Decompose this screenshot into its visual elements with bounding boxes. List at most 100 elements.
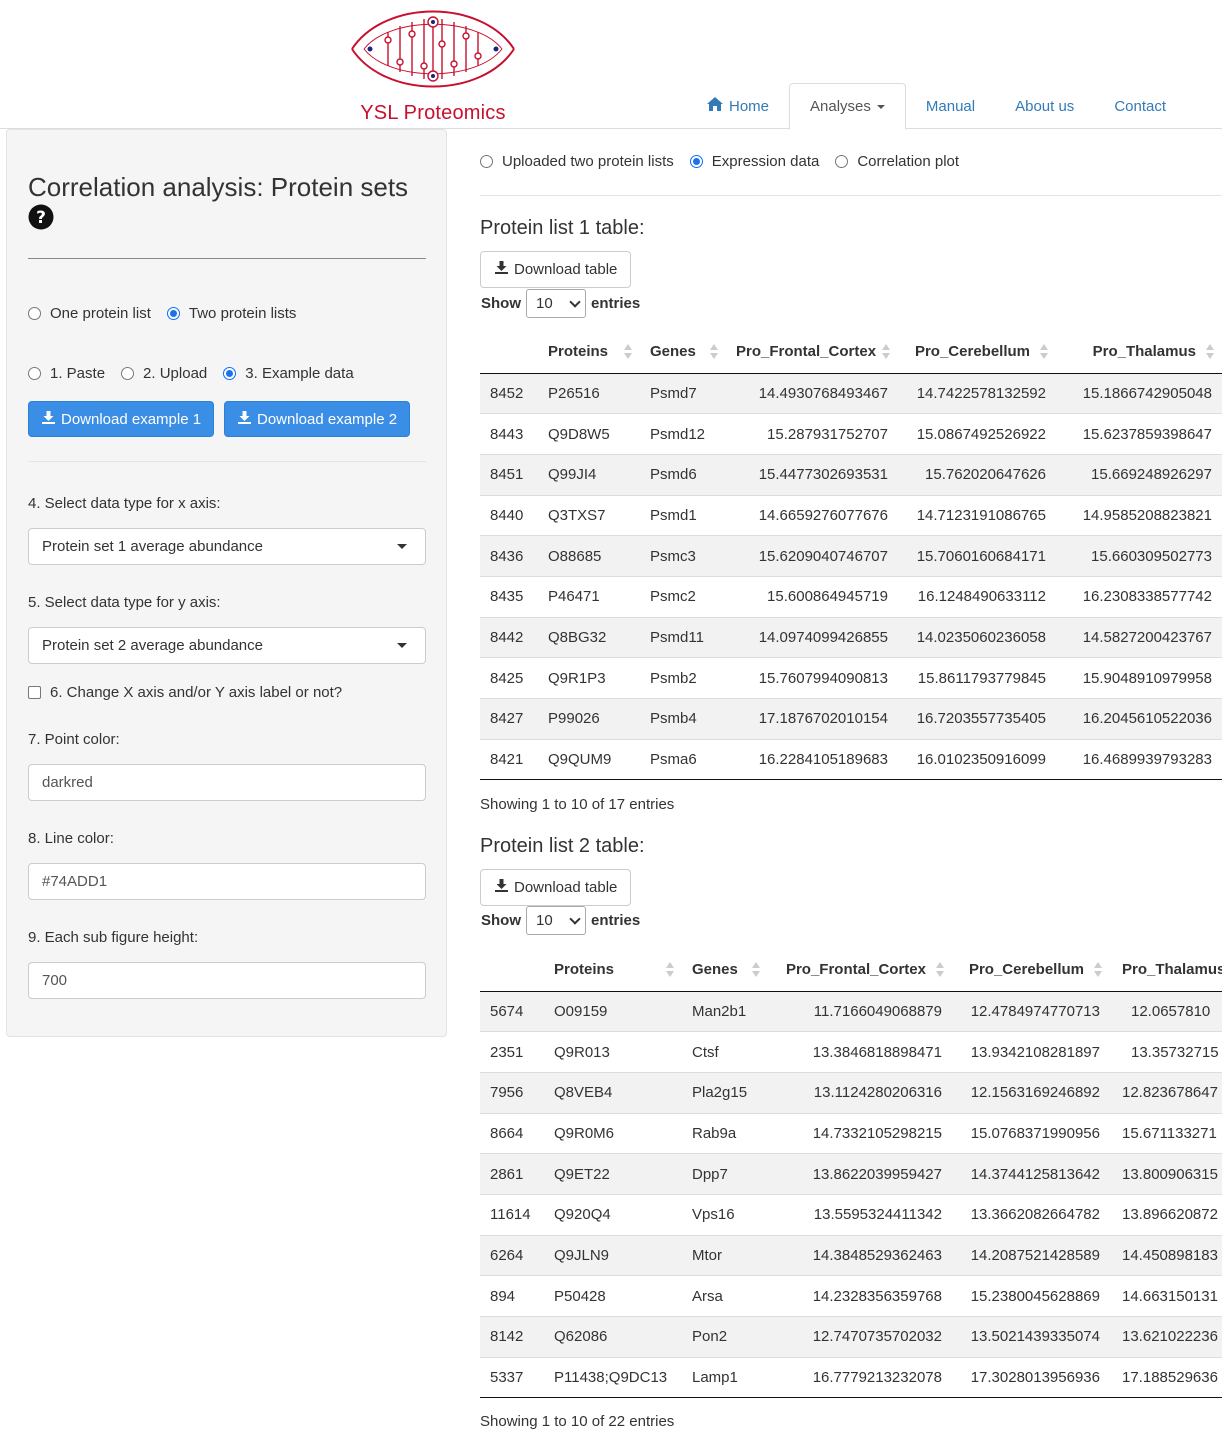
col-pro-thalamus[interactable]: Pro_Thalamus bbox=[1110, 948, 1222, 992]
cell-value: 14.7123191086765 bbox=[898, 494, 1056, 536]
nav-contact-label: Contact bbox=[1114, 97, 1167, 115]
sort-icon bbox=[710, 344, 718, 360]
radio-one-protein-list[interactable]: One protein list bbox=[28, 305, 151, 322]
col-proteins[interactable]: Proteins bbox=[538, 330, 640, 374]
table-row: 8452 P26516 Psmd7 14.4930768493467 14.742257… bbox=[480, 372, 1222, 414]
cell-value: 15.669248926297 bbox=[1056, 453, 1222, 496]
table-row: 8664 Q9R0M6 Rab9a 14.7332105298215 15.076837… bbox=[480, 1112, 1222, 1154]
download-example-1-button[interactable]: Download example 1 bbox=[28, 401, 215, 437]
nav-analyses[interactable]: Analyses bbox=[789, 83, 906, 130]
sort-icon bbox=[666, 962, 674, 978]
radio-example-data[interactable]: 3. Example data bbox=[223, 365, 354, 382]
table-header-row: Proteins Genes Pro_Frontal_Cortex Pro_Ce… bbox=[480, 948, 1222, 992]
radio-label: 3. Example data bbox=[245, 365, 354, 382]
radio-indicator bbox=[28, 307, 41, 320]
col-label: Pro_Cerebellum bbox=[914, 342, 1030, 360]
nav-contact[interactable]: Contact bbox=[1094, 83, 1186, 129]
col-genes[interactable]: Genes bbox=[640, 330, 726, 374]
button-label: Download example 2 bbox=[257, 410, 398, 428]
cell-value: 13.8622039959427 bbox=[768, 1153, 952, 1195]
col-label: Pro_Frontal_Cortex bbox=[785, 960, 926, 978]
point-color-input[interactable]: darkred bbox=[28, 764, 426, 801]
cell-value: 13.3662082664782 bbox=[952, 1193, 1110, 1236]
change-label-checkbox[interactable]: 6. Change X axis and/or Y axis label or … bbox=[28, 684, 342, 701]
cell-value: 14.450898183 bbox=[1110, 1234, 1222, 1276]
cell-index: 2861 bbox=[480, 1153, 544, 1195]
y-axis-select[interactable]: Protein set 2 average abundance bbox=[28, 627, 426, 664]
cell-protein: Q62086 bbox=[544, 1316, 682, 1358]
radio-expression-data[interactable]: Expression data bbox=[689, 153, 820, 170]
cell-value: 13.35732715 bbox=[1110, 1031, 1222, 1073]
col-genes[interactable]: Genes bbox=[682, 948, 768, 992]
table-header-row: Proteins Genes Pro_Frontal_Cortex Pro_Ce… bbox=[480, 330, 1222, 374]
radio-upload[interactable]: 2. Upload bbox=[121, 365, 207, 382]
cell-protein: Q920Q4 bbox=[544, 1193, 682, 1236]
col-pro-thalamus[interactable]: Pro_Thalamus bbox=[1056, 330, 1222, 374]
table2-body: 5674 O09159 Man2b1 11.7166049068879 12.47849… bbox=[480, 990, 1222, 1399]
brand-name: YSL Proteomics bbox=[360, 102, 506, 124]
col-pro-cerebellum[interactable]: Pro_Cerebellum bbox=[898, 330, 1056, 374]
cell-index: 7956 bbox=[480, 1071, 544, 1114]
sort-icon bbox=[936, 962, 944, 978]
radio-paste[interactable]: 1. Paste bbox=[28, 365, 105, 382]
input-mode-radio-group: 1. Paste 2. Upload 3. Example data bbox=[28, 365, 370, 382]
cell-value: 15.660309502773 bbox=[1056, 535, 1222, 577]
cell-value: 11.7166049068879 bbox=[768, 990, 952, 1032]
table2-download-button[interactable]: Download table bbox=[480, 869, 632, 906]
entries-label: entries bbox=[591, 295, 641, 312]
table-row: 7956 Q8VEB4 Pla2g15 13.1124280206316 12.1563… bbox=[480, 1071, 1222, 1114]
cell-value: 14.9585208823821 bbox=[1056, 494, 1222, 536]
table2-page-size-select[interactable]: 10 bbox=[526, 906, 586, 935]
cell-protein: P50428 bbox=[544, 1275, 682, 1317]
cell-gene: Mtor bbox=[682, 1234, 768, 1276]
cell-value: 14.0974099426855 bbox=[726, 616, 898, 658]
select-value: 10 bbox=[536, 295, 553, 312]
cell-value: 15.2380045628869 bbox=[952, 1275, 1110, 1317]
nav-about-us[interactable]: About us bbox=[995, 83, 1094, 129]
col-label: Genes bbox=[650, 342, 696, 360]
radio-label: Expression data bbox=[711, 153, 820, 170]
cell-gene: Psmd12 bbox=[640, 413, 726, 455]
table-row: 8443 Q9D8W5 Psmd12 15.287931752707 15.086749… bbox=[480, 413, 1222, 455]
cell-value: 12.1563169246892 bbox=[952, 1071, 1110, 1114]
col-label: Pro_Cerebellum bbox=[968, 960, 1084, 978]
sort-icon bbox=[1094, 962, 1102, 978]
dna-logo-icon bbox=[351, 10, 515, 88]
cell-value: 15.8611793779845 bbox=[898, 657, 1056, 699]
table-row: 5337 P11438;Q9DC13 Lamp1 16.7779213232078 17… bbox=[480, 1356, 1222, 1399]
col-pro-cerebellum[interactable]: Pro_Cerebellum bbox=[952, 948, 1110, 992]
brand-logo[interactable]: YSL Proteomics bbox=[350, 4, 516, 126]
cell-index: 8421 bbox=[480, 738, 538, 781]
table-row: 8442 Q8BG32 Psmd11 14.0974099426855 14.02350… bbox=[480, 616, 1222, 658]
cell-value: 15.762020647626 bbox=[898, 453, 1056, 496]
table-row: 8435 P46471 Psmc2 15.600864945719 16.1248490… bbox=[480, 575, 1222, 618]
col-pro-frontal-cortex[interactable]: Pro_Frontal_Cortex bbox=[768, 948, 952, 992]
cell-value: 17.3028013956936 bbox=[952, 1356, 1110, 1399]
table-row: 8440 Q3TXS7 Psmd1 14.6659276077676 14.712319… bbox=[480, 494, 1222, 536]
line-color-input[interactable]: #74ADD1 bbox=[28, 863, 426, 900]
table-row: 5674 O09159 Man2b1 11.7166049068879 12.47849… bbox=[480, 990, 1222, 1032]
x-axis-select[interactable]: Protein set 1 average abundance bbox=[28, 528, 426, 565]
download-example-2-button[interactable]: Download example 2 bbox=[224, 401, 411, 437]
sub-height-input[interactable]: 700 bbox=[28, 962, 426, 999]
col-label: Proteins bbox=[548, 342, 609, 360]
col-pro-frontal-cortex[interactable]: Pro_Frontal_Cortex bbox=[726, 330, 898, 374]
radio-uploaded-two-lists[interactable]: Uploaded two protein lists bbox=[480, 153, 674, 170]
cell-value: 14.7422578132592 bbox=[898, 372, 1056, 414]
cell-value: 15.600864945719 bbox=[726, 575, 898, 618]
x-axis-label: 4. Select data type for x axis: bbox=[28, 495, 221, 512]
download-icon bbox=[494, 878, 509, 897]
cell-protein: O88685 bbox=[538, 535, 640, 577]
radio-correlation-plot[interactable]: Correlation plot bbox=[835, 153, 959, 170]
table-row: 2861 Q9ET22 Dpp7 13.8622039959427 14.3744125… bbox=[480, 1153, 1222, 1195]
table1-page-size-select[interactable]: 10 bbox=[526, 289, 586, 318]
table1-download-button[interactable]: Download table bbox=[480, 251, 632, 288]
nav-home[interactable]: Home bbox=[686, 83, 789, 129]
cell-value: 15.6237859398647 bbox=[1056, 413, 1222, 455]
radio-two-protein-lists[interactable]: Two protein lists bbox=[166, 305, 296, 322]
nav-manual[interactable]: Manual bbox=[906, 83, 995, 129]
cell-index: 6264 bbox=[480, 1234, 544, 1276]
radio-label: Correlation plot bbox=[857, 153, 960, 170]
col-proteins[interactable]: Proteins bbox=[544, 948, 682, 992]
question-circle-icon[interactable]: ? bbox=[28, 204, 54, 234]
